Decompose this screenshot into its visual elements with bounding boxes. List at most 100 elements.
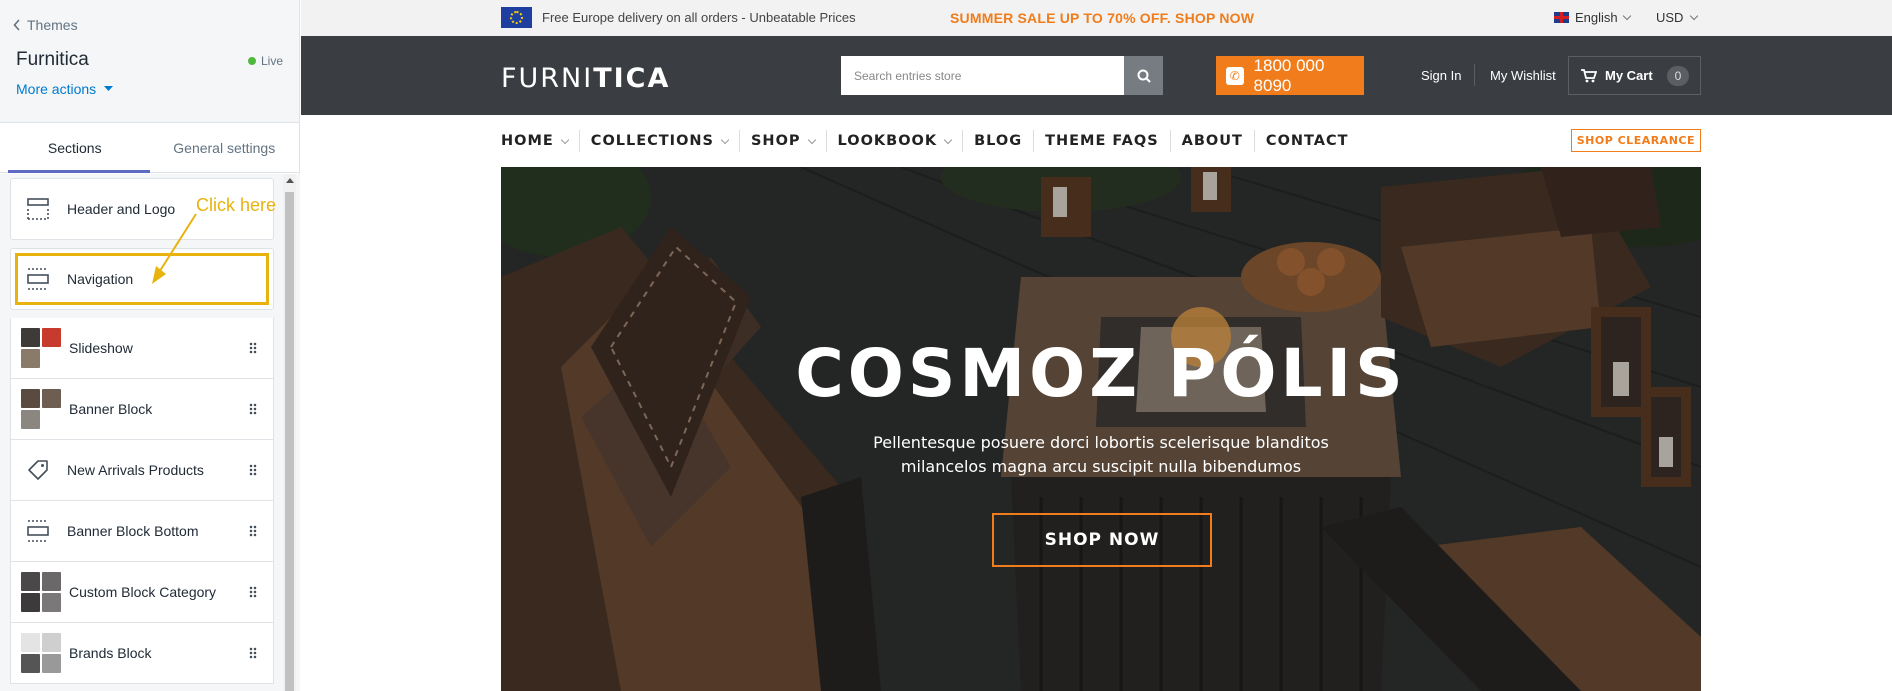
nav-label: CONTACT (1265, 133, 1349, 149)
banner-thumbnail (21, 389, 61, 429)
live-dot-icon (247, 57, 256, 65)
chevron-down-icon (943, 135, 953, 144)
sidebar-header: Themes Furnitica Live More actions (0, 0, 299, 123)
layout-icon (25, 518, 51, 544)
cart-button[interactable]: My Cart 0 (1568, 56, 1701, 95)
main-navigation: HOME COLLECTIONS SHOP LOOKBOOK BLOG THEM… (501, 115, 1701, 167)
nav-label: BLOG (974, 133, 1023, 149)
drag-handle-icon[interactable] (249, 647, 257, 659)
nav-item-contact[interactable]: CONTACT (1255, 130, 1360, 152)
section-new-arrivals-products[interactable]: New Arrivals Products (10, 440, 274, 501)
wishlist-link[interactable]: My Wishlist (1490, 68, 1556, 83)
announcement-bar: Free Europe delivery on all orders - Unb… (301, 0, 1892, 36)
eu-flag-icon (501, 7, 532, 28)
section-brands-block[interactable]: Brands Block (10, 623, 274, 684)
chevron-down-icon (1622, 11, 1631, 21)
theme-editor: Themes Furnitica Live More actions Secti… (0, 0, 1892, 691)
store-logo[interactable]: FURNITICA (501, 63, 670, 94)
section-label: Banner Block (69, 401, 153, 417)
nav-label: COLLECTIONS (590, 133, 714, 149)
nav-label: THEME FAQS (1045, 133, 1159, 149)
tab-label: General settings (173, 139, 276, 156)
cart-label: My Cart (1605, 68, 1653, 83)
category-thumbnail (21, 572, 61, 612)
section-label: New Arrivals Products (67, 462, 204, 478)
search-form (841, 56, 1163, 95)
nav-label: HOME (501, 133, 554, 149)
nav-item-shop[interactable]: SHOP (740, 130, 827, 152)
currency-selector[interactable]: USD (1656, 10, 1699, 25)
search-input[interactable] (841, 56, 1123, 95)
section-banner-block[interactable]: Banner Block (10, 379, 274, 440)
tag-icon (25, 457, 51, 483)
phone-button[interactable]: ✆ 1800 000 8090 (1216, 56, 1364, 95)
chevron-down-icon (720, 135, 730, 144)
section-label: Banner Block Bottom (67, 523, 199, 539)
editor-sidebar: Themes Furnitica Live More actions Secti… (0, 0, 300, 691)
chevron-down-icon (560, 135, 570, 144)
header-layout-icon (25, 196, 51, 222)
caret-down-icon (104, 86, 114, 91)
chevron-down-icon (807, 135, 816, 144)
nav-item-home[interactable]: HOME (501, 130, 580, 152)
logo-text-bold: TICA (593, 63, 671, 94)
sidebar-scrollbar[interactable] (283, 174, 296, 691)
hero-slideshow: COSMOZ PÓLIS Pellentesque posuere dorci … (501, 167, 1701, 691)
nav-item-about[interactable]: ABOUT (1171, 130, 1255, 152)
search-button[interactable] (1124, 56, 1163, 95)
nav-item-collections[interactable]: COLLECTIONS (580, 130, 740, 152)
hero-subtitle: Pellentesque posuere dorci lobortis scel… (873, 433, 1329, 476)
drag-handle-icon[interactable] (249, 342, 257, 354)
more-actions-dropdown[interactable]: More actions (16, 81, 114, 97)
section-custom-block-category[interactable]: Custom Block Category (10, 562, 274, 623)
nav-item-blog[interactable]: BLOG (963, 130, 1035, 152)
brands-thumbnail (21, 633, 61, 673)
editor-tabs: Sections General settings (0, 123, 299, 173)
section-banner-block-bottom[interactable]: Banner Block Bottom (10, 501, 274, 562)
click-here-annotation: Click here (196, 195, 277, 215)
tab-general-settings[interactable]: General settings (150, 123, 300, 172)
drag-handle-icon[interactable] (249, 403, 257, 415)
navigation-layout-icon (25, 266, 51, 292)
section-label: Brands Block (69, 645, 152, 661)
search-icon (1137, 69, 1151, 83)
store-preview: Free Europe delivery on all orders - Unb… (301, 0, 1892, 691)
phone-icon: ✆ (1226, 66, 1244, 85)
scrollbar-thumb[interactable] (285, 192, 294, 691)
scroll-up-arrow-icon[interactable] (286, 178, 294, 183)
theme-name: Furnitica (16, 49, 89, 70)
tab-sections[interactable]: Sections (0, 123, 150, 173)
section-label: Navigation (67, 271, 134, 287)
uk-flag-icon (1554, 12, 1569, 23)
language-selector[interactable]: English (1554, 10, 1631, 25)
section-label: Custom Block Category (69, 584, 217, 600)
hero-title: COSMOZ PÓLIS (795, 335, 1407, 412)
sale-link[interactable]: SUMMER SALE UP TO 70% OFF. SHOP NOW (950, 10, 1254, 26)
more-actions-label: More actions (16, 81, 97, 97)
back-link-label: Themes (27, 17, 78, 33)
cart-count-badge: 0 (1667, 66, 1689, 86)
section-slideshow[interactable]: Slideshow (10, 318, 274, 379)
annotation-arrow-icon (152, 213, 197, 284)
status-badge: Live (247, 54, 283, 68)
sign-in-link[interactable]: Sign In (1421, 68, 1461, 83)
chevron-left-icon (13, 19, 20, 31)
hero-background-image (501, 167, 1701, 691)
slideshow-thumbnail (21, 328, 61, 368)
shop-clearance-button[interactable]: SHOP CLEARANCE (1570, 129, 1701, 152)
store-header: FURNITICA ✆ 1800 000 8090 Sign In My Wis… (301, 36, 1892, 115)
back-to-themes-link[interactable]: Themes (13, 17, 78, 33)
drag-handle-icon[interactable] (249, 525, 257, 537)
nav-item-lookbook[interactable]: LOOKBOOK (827, 130, 964, 152)
section-navigation[interactable]: Navigation (10, 248, 274, 310)
chevron-down-icon (1690, 11, 1699, 21)
drag-handle-icon[interactable] (249, 586, 257, 598)
section-label: Slideshow (69, 340, 133, 356)
drag-handle-icon[interactable] (249, 464, 257, 476)
currency-label: USD (1656, 10, 1684, 25)
nav-item-theme-faqs[interactable]: THEME FAQS (1034, 130, 1171, 152)
nav-label: LOOKBOOK (837, 133, 938, 149)
shop-now-button[interactable]: SHOP NOW (992, 513, 1212, 567)
delivery-message: Free Europe delivery on all orders - Unb… (542, 10, 856, 25)
phone-number: 1800 000 8090 (1253, 55, 1325, 95)
